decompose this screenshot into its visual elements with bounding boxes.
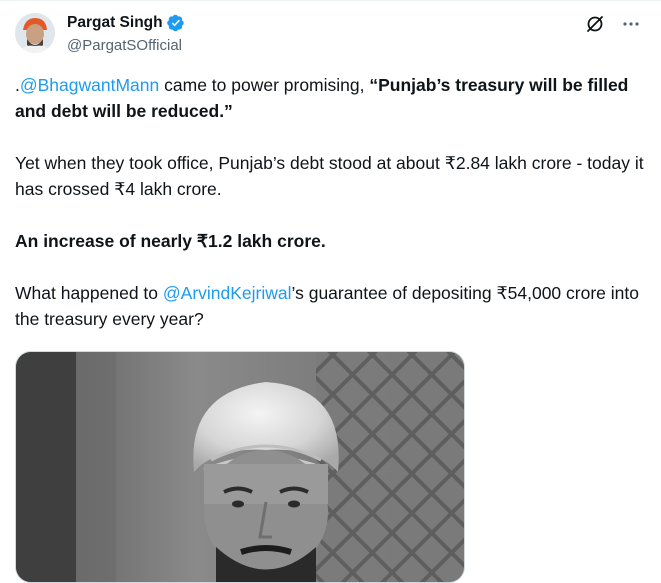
more-horizontal-icon[interactable] (621, 14, 641, 34)
top-divider (0, 0, 661, 1)
text-segment: What happened to (15, 283, 163, 303)
verified-badge-icon (166, 14, 185, 32)
author-handle[interactable]: @PargatSOfficial (67, 37, 185, 54)
tweet-text: .@BhagwantMann came to power promising, … (15, 72, 645, 332)
mention-link-arvindkejriwal[interactable]: @ArvindKejriwal (163, 283, 292, 303)
grok-icon[interactable] (585, 14, 605, 34)
tweet-paragraph-4: What happened to @ArvindKejriwal’s guara… (15, 280, 645, 332)
tweet-paragraph-3: An increase of nearly ₹1.2 lakh crore. (15, 231, 326, 251)
tweet-paragraph-2: Yet when they took office, Punjab’s debt… (15, 153, 644, 199)
tweet-header: Pargat Singh @PargatSOfficial (67, 12, 185, 54)
avatar[interactable] (15, 13, 55, 53)
tweet-paragraph-1: .@BhagwantMann came to power promising, … (15, 72, 645, 124)
tweet-media-image[interactable] (15, 351, 465, 583)
text-segment: came to power promising, (159, 75, 370, 95)
mention-link-bhagwantmann[interactable]: @BhagwantMann (20, 75, 159, 95)
author-name[interactable]: Pargat Singh (67, 14, 163, 32)
